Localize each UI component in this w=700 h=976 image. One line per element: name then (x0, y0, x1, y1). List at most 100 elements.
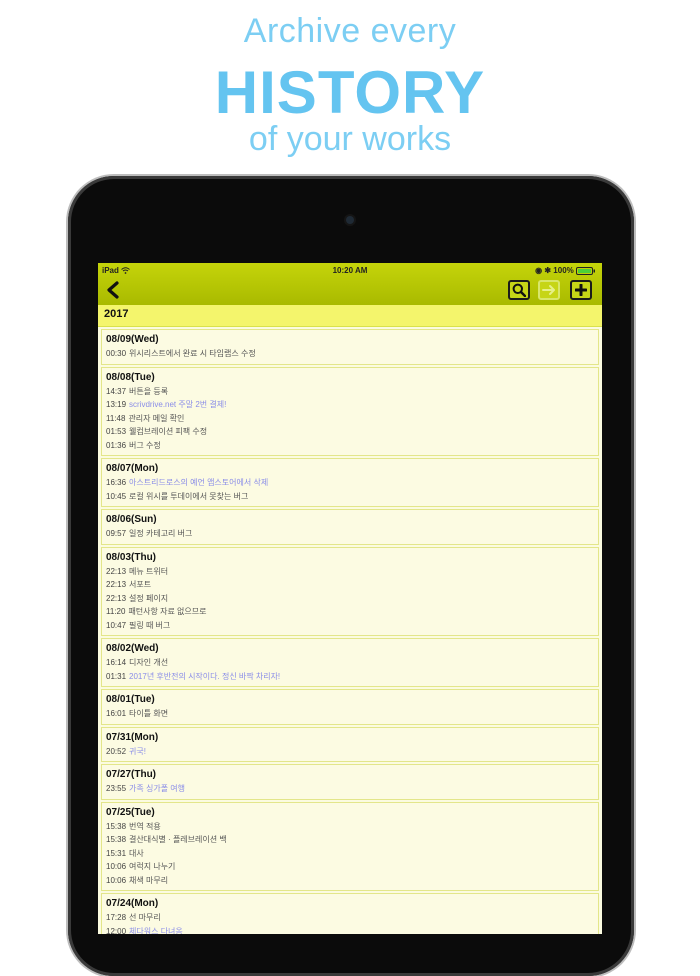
entry-text: 번역 적용 (129, 821, 161, 831)
history-entry[interactable]: 15:38 번역 적용 (106, 820, 594, 834)
entry-text: 로컬 위시를 투데이에서 못찾는 버그 (129, 491, 249, 501)
entry-text: 버그 수정 (129, 440, 161, 450)
day-date: 07/27(Thu) (106, 769, 157, 780)
history-entry[interactable]: 22:13 설정 페이지 (106, 592, 594, 606)
day-date: 07/31(Mon) (106, 731, 159, 743)
day-date: 08/09(Wed) (106, 334, 159, 345)
entry-text: 관리자 메일 확인 (128, 413, 185, 423)
entry-time: 20:52 (106, 746, 127, 756)
entry-text: 디자인 개선 (129, 658, 169, 667)
entry-text: 가족 싱가폴 여행 (129, 784, 185, 793)
entry-text: 필링 때 버그 (129, 620, 171, 630)
day-group: 08/08(Tue) 14:37 버튼을 등록 13:19 scrivdrive.net… (101, 366, 599, 456)
history-entry[interactable]: 11:20 패턴사항 자료 없으므로 (106, 605, 594, 619)
entry-text: 귀국! (129, 746, 146, 756)
history-entry[interactable]: 10:06 채색 마무리 (106, 874, 594, 888)
history-list: 2017 08/09(Wed) 00:30 위시리스트에서 완료 시 타임랩스 수정… (98, 305, 602, 934)
day-group: 08/02(Wed) 16:14 디자인 개선 01:31 2017년 후반전의 시작이… (101, 638, 599, 687)
entry-text: 메뉴 트위터 (129, 566, 169, 576)
day-group: 08/07(Mon) 16:36 아스트리드로스의 예언 앱스토어에서 삭제 10:4… (101, 458, 599, 507)
day-date: 08/06(Sun) (106, 514, 157, 525)
day-group: 08/06(Sun) 09:57 일정 카테고리 버그 (101, 509, 599, 545)
history-entry[interactable]: 16:36 아스트리드로스의 예언 앱스토어에서 삭제 (106, 476, 594, 490)
entry-text: scrivdrive.net 주말 2번 결제! (129, 400, 227, 409)
history-entry[interactable]: 22:13 서포트 (106, 578, 594, 592)
history-entry[interactable]: 01:36 버그 수정 (106, 439, 594, 453)
entry-time: 15:31 (106, 848, 127, 858)
entry-time: 22:13 (106, 566, 127, 576)
entry-text: 여럭지 나누기 (129, 862, 176, 871)
headline-line-2: HISTORY (214, 59, 486, 126)
back-chevron-icon[interactable] (104, 280, 124, 300)
history-entry[interactable]: 17:28 선 마무리 (106, 911, 594, 925)
status-battery: ◉ ✱ 100% (535, 266, 596, 275)
history-entry[interactable]: 13:19 scrivdrive.net 주말 2번 결제! (106, 398, 594, 412)
history-entry[interactable]: 01:53 웰컴브레이션 피팩 수정 (106, 425, 594, 439)
entry-time: 22:13 (106, 580, 127, 589)
forward-button[interactable] (538, 280, 560, 300)
entry-time: 10:45 (106, 491, 127, 501)
bluetooth-icon: ✱ (544, 266, 552, 275)
app-screen: iPad 10:20 AM ◉ ✱ 100% 2017 08/09(Wed) 0… (98, 263, 602, 934)
entry-time: 16:01 (106, 709, 127, 718)
entry-time: 15:38 (106, 835, 127, 844)
day-group: 08/01(Tue) 16:01 타이틀 화면 (101, 689, 599, 725)
day-group: 08/09(Wed) 00:30 위시리스트에서 완료 시 타임랩스 수정 (101, 329, 599, 365)
history-entry[interactable]: 01:31 2017년 후반전의 시작이다. 정신 바짝 차리자! (106, 670, 594, 684)
day-date: 08/02(Wed) (106, 643, 159, 654)
headline-line-3: of your works (248, 120, 452, 158)
entry-time: 13:19 (106, 400, 127, 409)
entry-text: 결산대식별 · 플레브레이션 백 (129, 835, 227, 844)
history-entry[interactable]: 10:45 로컬 위시를 투데이에서 못찾는 버그 (106, 490, 594, 504)
entry-text: 타이틀 화면 (129, 709, 169, 718)
history-entry[interactable]: 00:30 위시리스트에서 완료 시 타임랩스 수정 (106, 347, 594, 361)
history-entry[interactable]: 16:14 디자인 개선 (106, 656, 594, 670)
add-button[interactable] (570, 280, 592, 300)
entry-time: 23:55 (106, 784, 127, 793)
history-entry[interactable]: 16:01 타이틀 화면 (106, 707, 594, 721)
location-icon: ◉ (535, 266, 543, 275)
entry-text: 일정 카테고리 버그 (129, 529, 193, 538)
entry-text: 선 마무리 (129, 913, 161, 922)
entry-time: 01:31 (106, 671, 127, 681)
entry-time: 01:36 (106, 440, 127, 450)
entry-text: 대사 (129, 848, 144, 858)
history-entry[interactable]: 23:55 가족 싱가폴 여행 (106, 782, 594, 796)
entry-text: 설정 페이지 (129, 593, 169, 603)
entry-time: 15:38 (106, 821, 127, 831)
day-date: 08/07(Mon) (106, 463, 159, 474)
entry-time: 01:53 (106, 427, 127, 436)
entry-time: 11:20 (106, 607, 126, 616)
year-header: 2017 (98, 305, 602, 327)
entry-text: 위시리스트에서 완료 시 타임랩스 수정 (129, 349, 256, 358)
history-entry[interactable]: 20:52 귀국! (106, 745, 594, 759)
camera-icon (346, 216, 354, 224)
entry-time: 09:57 (106, 529, 127, 538)
history-entry[interactable]: 09:57 일정 카테고리 버그 (106, 527, 594, 541)
battery-icon (576, 266, 595, 275)
day-group: 07/27(Thu) 23:55 가족 싱가폴 여행 (101, 764, 599, 800)
entry-time: 16:36 (106, 478, 127, 487)
entry-text: 채색 마무리 (129, 875, 169, 885)
entry-time: 00:30 (106, 349, 127, 358)
history-entry[interactable]: 15:31 대사 (106, 847, 594, 861)
entry-text: 패턴사항 자료 없으므로 (128, 607, 207, 616)
entry-time: 10:47 (106, 620, 127, 630)
day-date: 08/03(Thu) (106, 551, 157, 563)
history-entry[interactable]: 22:13 메뉴 트위터 (106, 565, 594, 579)
entry-time: 10:06 (106, 862, 127, 871)
entry-text: 버튼을 등록 (129, 386, 169, 396)
history-entry[interactable]: 15:38 결산대식별 · 플레브레이션 백 (106, 833, 594, 847)
day-date: 07/25(Tue) (106, 806, 155, 818)
day-date: 08/08(Tue) (106, 371, 155, 383)
day-group: 08/03(Thu) 22:13 메뉴 트위터 22:13 서포트 22:13 설정 페이지… (101, 546, 599, 636)
history-entry[interactable]: 14:37 버튼을 등록 (106, 385, 594, 399)
status-time: 10:20 AM (332, 266, 368, 275)
entry-time: 11:48 (106, 413, 126, 423)
history-entry[interactable]: 12:00 체다워스 다녀옴 (106, 925, 594, 935)
search-button[interactable] (508, 280, 530, 300)
history-entry[interactable]: 10:47 필링 때 버그 (106, 619, 594, 633)
history-entry[interactable]: 10:06 여럭지 나누기 (106, 860, 594, 874)
history-entry[interactable]: 11:48 관리자 메일 확인 (106, 412, 594, 426)
entry-text: 웰컴브레이션 피팩 수정 (129, 427, 208, 436)
